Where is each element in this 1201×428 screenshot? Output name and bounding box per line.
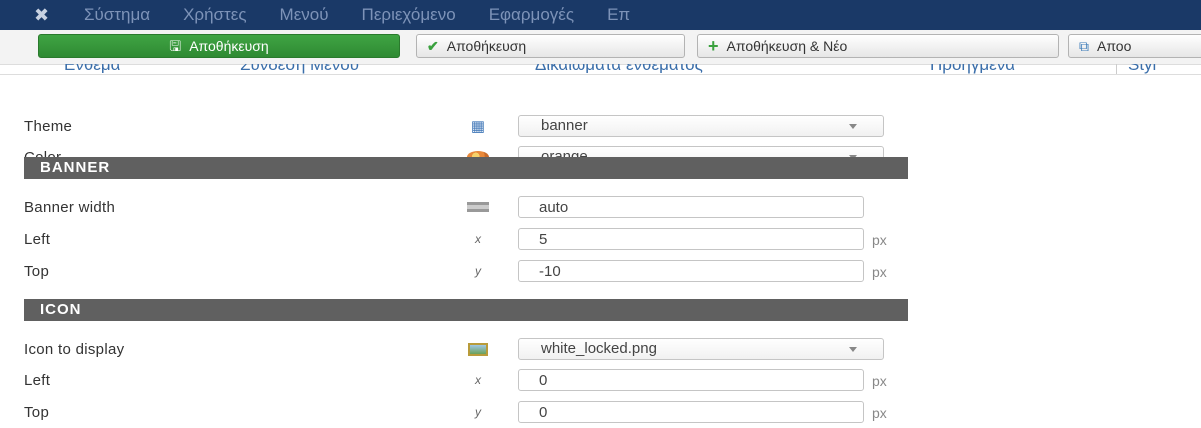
banner-left-unit: px <box>872 232 887 248</box>
save-close-label: Αποθήκευση <box>446 38 527 54</box>
chevron-down-icon <box>849 347 857 352</box>
save-icon: 🖫 <box>169 38 182 54</box>
menu-item-extensions[interactable]: Επ <box>607 0 663 30</box>
banner-section-title: BANNER <box>40 159 111 176</box>
copy-icon: ⧉ <box>1079 38 1089 54</box>
plus-icon: + <box>708 36 719 56</box>
icon-display-row: Icon to display white_locked.png <box>0 335 1201 365</box>
theme-select[interactable]: banner <box>518 115 884 137</box>
banner-width-row: Banner width <box>0 193 1201 223</box>
banner-left-input[interactable] <box>518 228 864 250</box>
icon-display-value: white_locked.png <box>541 340 657 357</box>
tab-divider <box>1116 64 1117 74</box>
icon-left-unit: px <box>872 373 887 389</box>
save-copy-label: Αποο <box>1097 38 1132 54</box>
icon-top-input[interactable] <box>518 401 864 423</box>
banner-width-input[interactable] <box>518 196 864 218</box>
x-axis-icon: x <box>475 373 481 387</box>
y-axis-icon: y <box>475 405 481 419</box>
icon-section-title: ICON <box>40 301 82 318</box>
theme-row: Theme ▦ banner <box>0 112 1201 142</box>
banner-top-input[interactable] <box>518 260 864 282</box>
save-close-button[interactable]: ✔ Αποθήκευση <box>416 34 685 58</box>
tab-menu-assignment[interactable]: Σύνδεση Μενού <box>240 64 359 74</box>
banner-left-row: Left x px <box>0 225 1201 255</box>
save-button-label: Αποθήκευση <box>189 38 269 54</box>
theme-icon: ▦ <box>470 118 486 135</box>
save-copy-button[interactable]: ⧉ Αποο <box>1068 34 1201 58</box>
icon-top-unit: px <box>872 405 887 421</box>
tabs-bar: Ένθεμα Σύνδεση Μενού Δικαιώματα ενθέματο… <box>0 64 1201 75</box>
chevron-down-icon <box>849 124 857 129</box>
image-icon <box>467 340 489 358</box>
icon-left-row: Left x px <box>0 366 1201 396</box>
banner-top-row: Top y px <box>0 257 1201 287</box>
toolbar: 🖫 Αποθήκευση ✔ Αποθήκευση + Αποθήκευση &… <box>0 30 1201 65</box>
menu-item-components[interactable]: Εφαρμογές <box>489 0 607 30</box>
icon-display-label: Icon to display <box>24 341 125 358</box>
theme-label: Theme <box>24 118 73 135</box>
tab-module[interactable]: Ένθεμα <box>62 64 121 74</box>
menu-item-content[interactable]: Περιεχόμενο <box>362 0 489 30</box>
banner-top-unit: px <box>872 264 887 280</box>
theme-select-value: banner <box>541 117 588 134</box>
checkmark-icon: ✔ <box>427 38 439 54</box>
save-new-button[interactable]: + Αποθήκευση & Νέο <box>697 34 1059 58</box>
tab-module-permissions[interactable]: Δικαιώματα ενθέματος <box>535 64 703 74</box>
save-button[interactable]: 🖫 Αποθήκευση <box>38 34 400 58</box>
icon-section-header: ICON <box>24 299 908 321</box>
menu-item-users[interactable]: Χρήστες <box>183 0 279 30</box>
icon-top-row: Top y px <box>0 398 1201 428</box>
y-axis-icon: y <box>475 264 481 278</box>
admin-menu: Σύστημα Χρήστες Μενού Περιεχόμενο Εφαρμο… <box>84 0 663 30</box>
icon-top-label: Top <box>24 404 50 421</box>
save-new-label: Αποθήκευση & Νέο <box>726 38 848 54</box>
menu-item-system[interactable]: Σύστημα <box>84 0 183 30</box>
icon-left-label: Left <box>24 372 51 389</box>
banner-left-label: Left <box>24 231 51 248</box>
width-icon <box>467 198 489 216</box>
tab-style[interactable]: Styl <box>1128 64 1156 74</box>
joomla-logo-icon[interactable]: ✖ <box>34 6 56 24</box>
banner-width-label: Banner width <box>24 199 116 216</box>
icon-display-select[interactable]: white_locked.png <box>518 338 884 360</box>
tab-advanced[interactable]: Προηγμένα <box>930 64 1015 74</box>
admin-navbar: ✖ Σύστημα Χρήστες Μενού Περιεχόμενο Εφαρ… <box>0 0 1201 30</box>
x-axis-icon: x <box>475 232 481 246</box>
menu-item-menus[interactable]: Μενού <box>280 0 362 30</box>
banner-top-label: Top <box>24 263 50 280</box>
icon-left-input[interactable] <box>518 369 864 391</box>
banner-section-header: BANNER <box>24 157 908 179</box>
